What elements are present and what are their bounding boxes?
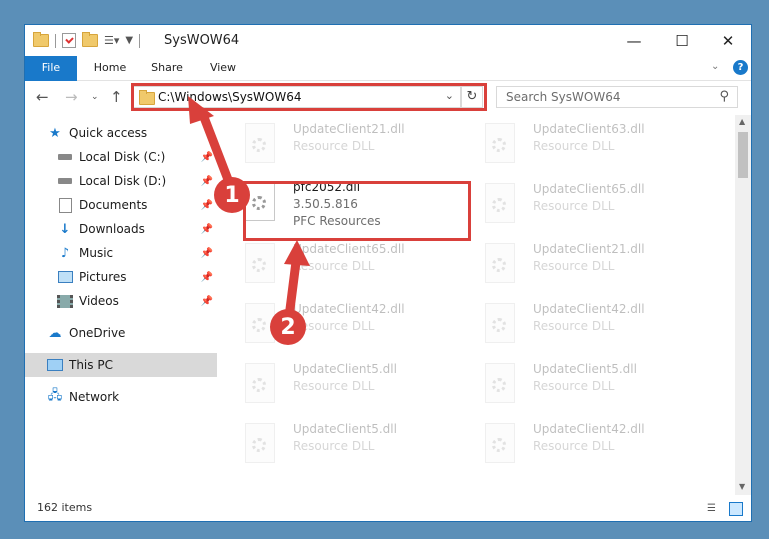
step-1-badge: 1: [214, 177, 250, 213]
annotation-arrows: [188, 96, 310, 330]
arrow-1-head: [188, 96, 214, 124]
step-2-badge: 2: [270, 309, 306, 345]
arrow-2-head: [284, 240, 310, 266]
